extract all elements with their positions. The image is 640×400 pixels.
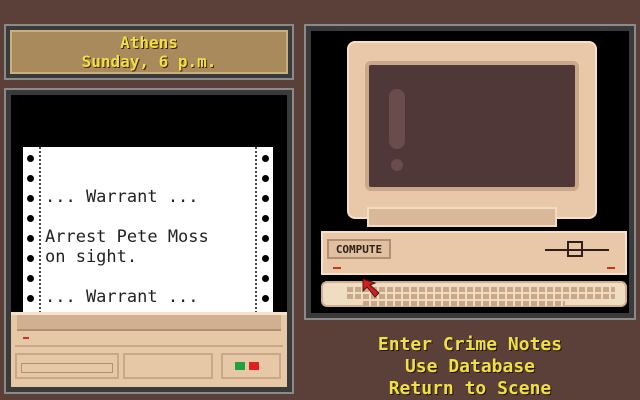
printout-line <box>45 267 251 287</box>
printer-control-panel <box>221 353 281 379</box>
feed-hole <box>262 275 269 282</box>
console-led-icon <box>333 267 341 269</box>
monitor-stand <box>367 207 557 227</box>
printer-divider <box>15 345 283 347</box>
printer-panel: ... Warrant ... Arrest Pete Moss on sigh… <box>4 88 294 394</box>
feed-hole <box>27 195 34 202</box>
printer-paper-slot <box>21 363 113 373</box>
disk-drive-knob-icon <box>567 241 583 257</box>
computer-panel: COMPUTE <box>304 24 636 320</box>
compute-button[interactable]: COMPUTE <box>327 239 391 259</box>
printer-green-button[interactable] <box>235 362 245 370</box>
feed-hole <box>27 215 34 222</box>
feed-hole <box>27 255 34 262</box>
printout-paper: ... Warrant ... Arrest Pete Moss on sigh… <box>23 147 273 333</box>
keyboard-key-row <box>347 287 615 292</box>
paper-feed-strip-right <box>255 147 273 333</box>
printer-front-panel <box>123 353 213 379</box>
computer-viewport: COMPUTE <box>311 31 629 313</box>
screen-glare <box>389 89 405 149</box>
printout-line: on sight. <box>45 247 138 267</box>
feed-hole <box>262 295 269 302</box>
computer-console: COMPUTE <box>321 231 627 275</box>
printout-line <box>45 207 251 227</box>
printer-paper-exit <box>17 315 281 331</box>
feed-hole <box>262 235 269 242</box>
feed-hole <box>262 195 269 202</box>
feed-hole <box>27 235 34 242</box>
feed-hole <box>262 215 269 222</box>
menu-item-enter-crime-notes[interactable]: Enter Crime Notes <box>378 334 562 356</box>
feed-hole <box>27 175 34 182</box>
crime-computer-monitor <box>347 41 597 219</box>
printer-viewport: ... Warrant ... Arrest Pete Moss on sigh… <box>11 95 287 387</box>
printout-line: ... Warrant ... <box>45 187 199 207</box>
menu-item-use-database[interactable]: Use Database <box>405 356 535 378</box>
screen-glare <box>391 159 403 171</box>
feed-hole <box>27 295 34 302</box>
mouse-cursor-arrow-icon <box>362 278 380 298</box>
location-plate: Athens Sunday, 6 p.m. <box>10 30 288 74</box>
feed-hole <box>262 255 269 262</box>
action-menu: Enter Crime Notes Use Database Return to… <box>304 334 636 400</box>
printer-paper-tray <box>15 353 119 379</box>
keyboard-key-row <box>347 294 615 299</box>
keyboard-key-row <box>363 301 565 306</box>
location-panel: Athens Sunday, 6 p.m. <box>4 24 294 80</box>
feed-hole <box>27 155 34 162</box>
printer-red-button[interactable] <box>249 362 259 370</box>
location-time: Sunday, 6 p.m. <box>81 52 217 71</box>
monitor-screen <box>365 61 579 191</box>
feed-hole <box>27 275 34 282</box>
printer-body <box>11 312 287 387</box>
printout-text: ... Warrant ... Arrest Pete Moss on sigh… <box>45 187 251 307</box>
location-city: Athens <box>120 33 178 52</box>
printer-led-icon <box>23 337 29 339</box>
console-led-icon <box>607 267 615 269</box>
feed-hole <box>262 155 269 162</box>
paper-feed-strip-left <box>23 147 41 333</box>
menu-item-return-to-scene[interactable]: Return to Scene <box>389 378 552 400</box>
printout-line: ... Warrant ... <box>45 287 199 307</box>
printout-line: Arrest Pete Moss <box>45 227 209 247</box>
feed-hole <box>262 175 269 182</box>
